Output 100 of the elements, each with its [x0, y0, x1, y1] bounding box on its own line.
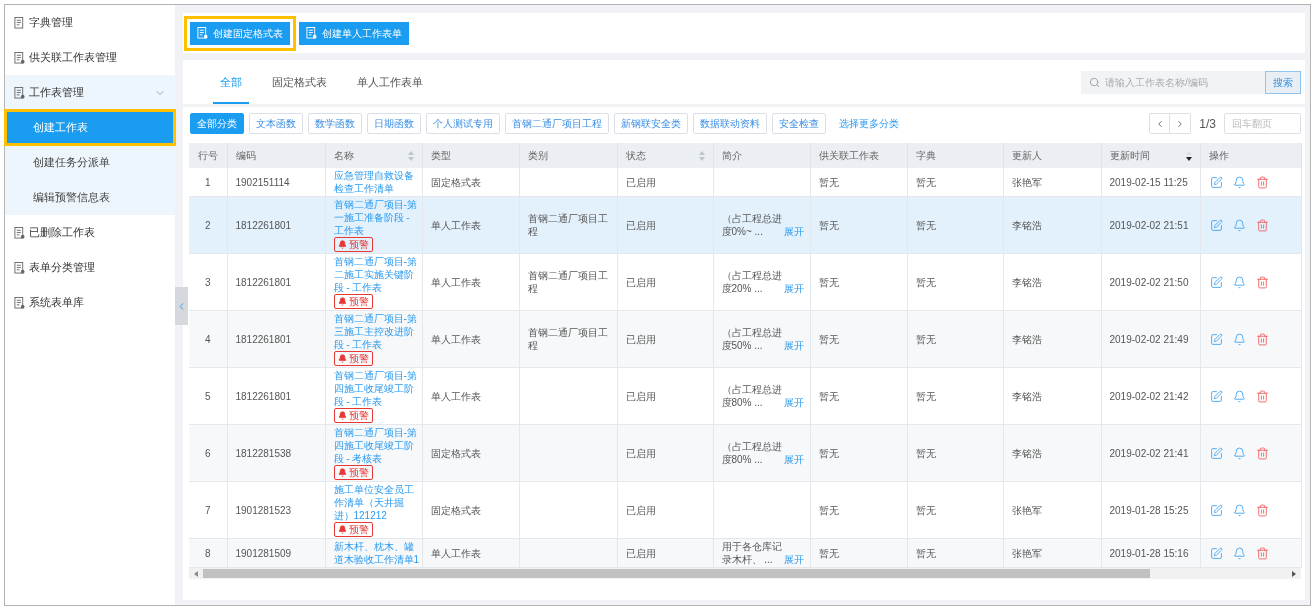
edit-icon[interactable]: [1209, 503, 1223, 517]
edit-icon[interactable]: [1209, 446, 1223, 460]
create-button[interactable]: 创建固定格式表: [190, 21, 290, 45]
name-link[interactable]: 首钢二通厂项目-第二施工实施关键阶段 - 工作表: [333, 255, 422, 294]
status-cell: 已启用: [617, 367, 713, 425]
sidebar-item[interactable]: 表单分类管理: [5, 250, 175, 285]
bell-icon[interactable]: [1232, 175, 1246, 189]
name-link[interactable]: 应急管理自救设备检查工作清单: [333, 169, 422, 195]
table-cell: 暂无: [907, 310, 1003, 368]
name-link[interactable]: 首钢二通厂项目-第一施工准备阶段 - 工作表: [333, 198, 422, 237]
sort-icon[interactable]: [698, 150, 705, 161]
table-cell: 7: [189, 481, 227, 539]
sidebar-item[interactable]: 字典管理: [5, 5, 175, 40]
create-button[interactable]: 创建单人工作表单: [299, 21, 409, 45]
column-header: 状态: [625, 149, 646, 163]
bell-icon: [337, 468, 347, 477]
delete-icon[interactable]: [1255, 175, 1269, 189]
category-filter[interactable]: 首钢二通厂项目工程: [505, 113, 609, 134]
delete-icon[interactable]: [1255, 503, 1269, 517]
table-cell: 2019-02-02 21:50: [1101, 253, 1200, 311]
table-cell: 单人工作表: [422, 310, 519, 368]
expand-link[interactable]: 展开: [783, 225, 804, 238]
name-link[interactable]: 施工单位安全员工作清单（天井掘进）121212: [333, 483, 422, 522]
edit-icon[interactable]: [1209, 332, 1223, 346]
delete-icon[interactable]: [1255, 389, 1269, 403]
collapse-sidebar-button[interactable]: [175, 287, 188, 325]
table-cell: 固定格式表: [422, 424, 519, 482]
sidebar-item[interactable]: 创建任务分派单: [5, 145, 175, 180]
delete-icon[interactable]: [1255, 218, 1269, 232]
category-filter[interactable]: 全部分类: [190, 113, 244, 134]
search-icon: [1089, 76, 1100, 88]
category-filter[interactable]: 个人测试专用: [426, 113, 500, 134]
prev-page-button[interactable]: [1149, 113, 1171, 134]
sidebar-item[interactable]: 供关联工作表管理: [5, 40, 175, 75]
sort-descending-icon[interactable]: [1185, 150, 1192, 161]
bell-icon[interactable]: [1232, 275, 1246, 289]
name-link[interactable]: 首钢二通厂项目-第四施工收尾竣工阶段 - 工作表: [333, 369, 422, 408]
status-cell: 已启用: [617, 168, 713, 197]
page-jump-field[interactable]: 回车翻页: [1224, 113, 1301, 134]
bell-icon[interactable]: [1232, 446, 1246, 460]
table-cell: 8: [189, 538, 227, 568]
sidebar-item[interactable]: 系统表单库: [5, 285, 175, 320]
bell-icon[interactable]: [1232, 389, 1246, 403]
table-cell: 1902151114: [227, 168, 325, 197]
edit-icon[interactable]: [1209, 175, 1223, 189]
search-field[interactable]: 请输入工作表名称/编码: [1081, 70, 1265, 94]
category-filter[interactable]: 新钢联安全类: [614, 113, 688, 134]
delete-icon[interactable]: [1255, 332, 1269, 346]
expand-link[interactable]: 展开: [783, 553, 804, 566]
category-filter[interactable]: 文本函数: [249, 113, 303, 134]
summary-text: （占工程总进度50% ...: [721, 326, 782, 352]
column-header: 操作: [1208, 149, 1229, 163]
category-filter[interactable]: 数据联动资料: [693, 113, 767, 134]
expand-link[interactable]: 展开: [783, 339, 804, 352]
table-cell: 首钢二通厂项目工程: [519, 310, 617, 368]
expand-link[interactable]: 展开: [783, 396, 804, 409]
table-cell: 暂无: [810, 367, 907, 425]
category-filter[interactable]: 数学函数: [308, 113, 362, 134]
expand-link[interactable]: 展开: [783, 453, 804, 466]
sidebar-item[interactable]: 编辑预警信息表: [5, 180, 175, 215]
more-categories-link[interactable]: 选择更多分类: [839, 116, 899, 131]
delete-icon[interactable]: [1255, 446, 1269, 460]
next-page-button[interactable]: [1170, 113, 1192, 134]
table-cell: 单人工作表: [422, 538, 519, 568]
bell-icon[interactable]: [1232, 332, 1246, 346]
column-header: 类型: [430, 149, 451, 163]
bell-icon[interactable]: [1232, 218, 1246, 232]
bell-icon[interactable]: [1232, 503, 1246, 517]
name-link[interactable]: 首钢二通厂项目-第四施工收尾竣工阶段 - 考核表: [333, 426, 422, 465]
table-cell: 4: [189, 310, 227, 368]
edit-icon[interactable]: [1209, 275, 1223, 289]
category-filter[interactable]: 安全检查: [772, 113, 826, 134]
edit-icon[interactable]: [1209, 389, 1223, 403]
column-header: 简介: [721, 149, 742, 163]
sidebar-item[interactable]: 已删除工作表: [5, 215, 175, 250]
scrollbar-thumb[interactable]: [203, 569, 1150, 578]
horizontal-scrollbar[interactable]: [189, 568, 1301, 579]
status-cell: 已启用: [617, 310, 713, 368]
sidebar-item[interactable]: 工作表管理: [5, 75, 175, 110]
table-cell: 暂无: [810, 310, 907, 368]
tab[interactable]: 单人工作表单: [350, 60, 430, 104]
sort-icon[interactable]: [407, 150, 414, 161]
search-button[interactable]: 搜索: [1265, 70, 1301, 94]
table-cell: 李铭浩: [1003, 196, 1101, 254]
column-header: 行号: [197, 149, 218, 163]
tab[interactable]: 固定格式表: [265, 60, 334, 104]
delete-icon[interactable]: [1255, 546, 1269, 560]
name-link[interactable]: 新木杆、枕木、罐道木验收工作清单1: [333, 540, 422, 566]
bell-icon[interactable]: [1232, 546, 1246, 560]
table-cell: 暂无: [907, 253, 1003, 311]
delete-icon[interactable]: [1255, 275, 1269, 289]
category-filter[interactable]: 日期函数: [367, 113, 421, 134]
bell-icon: [337, 240, 347, 249]
name-link[interactable]: 首钢二通厂项目-第三施工主控改进阶段 - 工作表: [333, 312, 422, 351]
scroll-left-arrow-icon[interactable]: [194, 570, 198, 577]
sidebar-item[interactable]: 创建工作表: [5, 110, 175, 145]
edit-icon[interactable]: [1209, 218, 1223, 232]
expand-link[interactable]: 展开: [783, 282, 804, 295]
edit-icon[interactable]: [1209, 546, 1223, 560]
scroll-right-arrow-icon[interactable]: [1292, 570, 1296, 577]
